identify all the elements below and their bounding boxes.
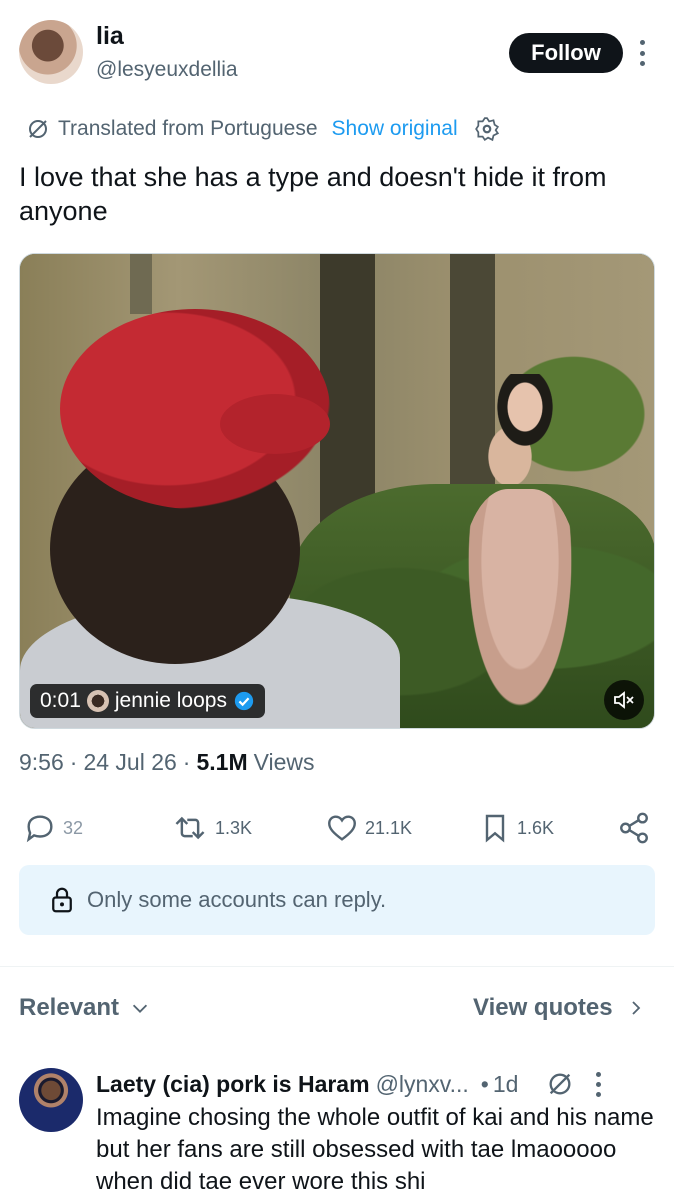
- author-name[interactable]: lia: [96, 22, 124, 51]
- video-hand: [460, 489, 580, 728]
- author-avatar[interactable]: [19, 20, 83, 84]
- reply-text: Imagine chosing the whole outfit of kai …: [96, 1104, 654, 1195]
- translate-icon: [29, 120, 47, 138]
- translated-label: Translated from Portuguese: [58, 117, 318, 140]
- reply-count: 32: [63, 817, 84, 838]
- video-timestamp: 0:01: [40, 689, 81, 712]
- reply-author-handle[interactable]: @lynxv...: [376, 1071, 469, 1098]
- translate-icon: [549, 1073, 571, 1095]
- repost-count: 1.3K: [215, 817, 253, 838]
- share-button[interactable]: [617, 808, 651, 848]
- video-cap-brim: [220, 394, 330, 454]
- like-button[interactable]: 21.1K: [325, 808, 412, 848]
- meta-separator: ·: [69, 749, 78, 775]
- show-original-link[interactable]: Show original: [332, 117, 458, 141]
- bookmark-button[interactable]: 1.6K: [479, 808, 554, 848]
- chevron-down-icon: [132, 1004, 148, 1013]
- reply-header: Laety (cia) pork is Haram @lynxv... • 1d: [96, 1068, 656, 1100]
- relevant-label: Relevant: [19, 994, 120, 1021]
- bookmark-count: 1.6K: [517, 817, 555, 838]
- more-options-icon[interactable]: [634, 40, 650, 66]
- reply-author-name[interactable]: Laety (cia) pork is Haram: [96, 1071, 370, 1098]
- author-handle[interactable]: @lesyeuxdellia: [96, 58, 238, 82]
- sort-relevant-button[interactable]: Relevant: [19, 994, 151, 1022]
- source-avatar: [86, 690, 109, 712]
- video-source-name: jennie loops: [114, 689, 227, 712]
- repost-icon: [175, 816, 205, 840]
- video-pipe: [130, 254, 152, 314]
- view-quotes-link[interactable]: View quotes: [473, 994, 645, 1022]
- view-quotes-label: View quotes: [473, 994, 613, 1021]
- reply-more-options-icon[interactable]: [596, 1071, 602, 1097]
- repost-button[interactable]: 1.3K: [171, 808, 252, 848]
- share-icon: [620, 812, 648, 844]
- verified-icon: [234, 691, 254, 711]
- tweet-text: I love that she has a type and doesn't h…: [19, 162, 607, 226]
- tweet-meta: 9:56 · 24 Jul 26 · 5.1M Views: [19, 749, 315, 776]
- meta-separator: ·: [182, 749, 191, 775]
- like-count: 21.1K: [365, 817, 413, 838]
- tweet-video[interactable]: 0:01 jennie loops: [19, 253, 655, 729]
- lock-icon: [52, 887, 72, 913]
- gear-icon[interactable]: [474, 116, 500, 142]
- video-badge[interactable]: 0:01 jennie loops: [30, 684, 265, 718]
- reply-dot: •: [480, 1070, 489, 1097]
- reply-time: 1d: [492, 1070, 519, 1097]
- views-count: 5.1M: [196, 749, 248, 775]
- reply-restriction-text: Only some accounts can reply.: [87, 887, 387, 912]
- video-woman: [470, 374, 570, 484]
- tweet-date[interactable]: 24 Jul 26: [83, 749, 176, 776]
- muted-speaker-icon: [614, 691, 634, 709]
- reply-icon: [26, 815, 53, 843]
- mute-button[interactable]: [604, 680, 644, 720]
- reply-avatar[interactable]: [19, 1068, 83, 1132]
- section-divider: [0, 966, 674, 967]
- chevron-right-icon: [631, 1001, 640, 1015]
- bookmark-icon: [485, 814, 505, 843]
- reply-button[interactable]: 32: [23, 808, 83, 848]
- reply-restriction-banner: Only some accounts can reply.: [19, 865, 655, 935]
- heart-icon: [328, 815, 356, 841]
- tweet-time[interactable]: 9:56: [19, 749, 64, 776]
- action-bar: 32 1.3K 21.1K 1.6K: [19, 808, 659, 848]
- views-label: Views: [253, 749, 315, 775]
- follow-button[interactable]: Follow: [509, 33, 623, 73]
- translation-row: Translated from Portuguese Show original: [26, 115, 500, 143]
